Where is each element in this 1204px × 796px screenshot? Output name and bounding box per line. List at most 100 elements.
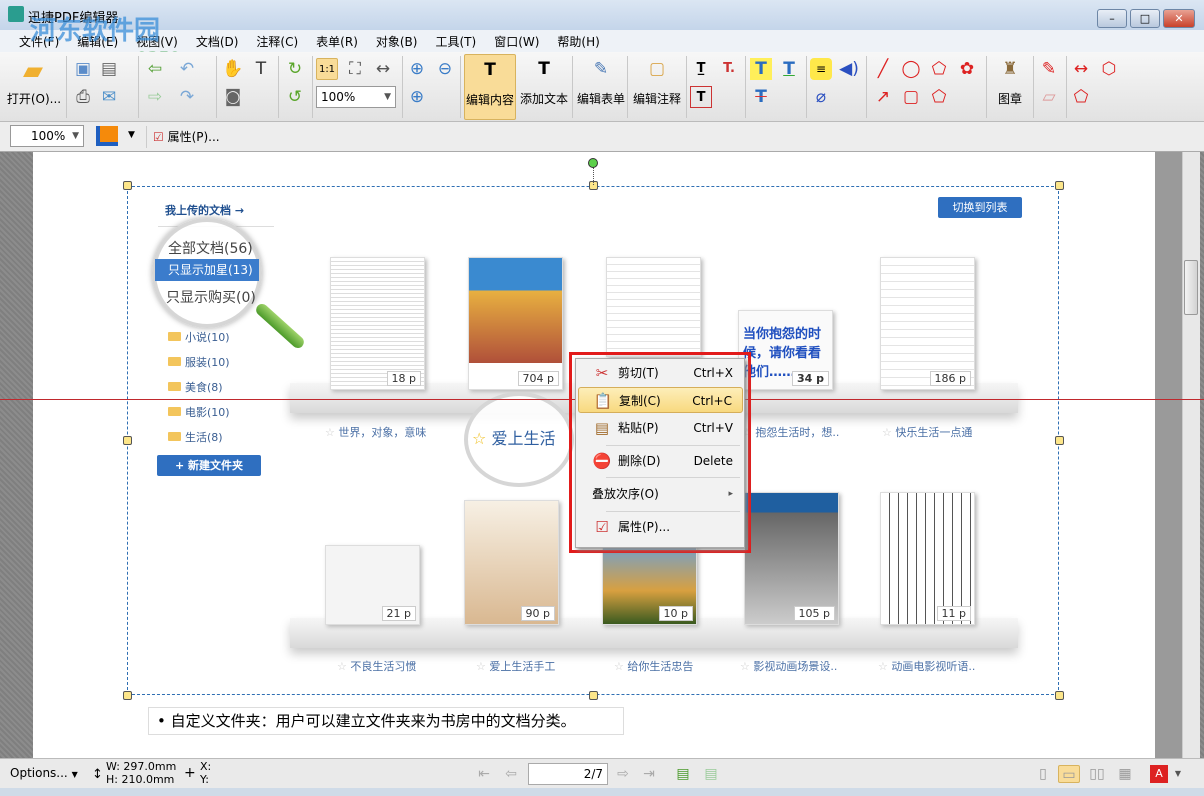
select-text-icon[interactable]: T	[250, 58, 272, 80]
fit-page-icon[interactable]: ⛶	[344, 58, 366, 80]
note-icon[interactable]: ≡	[810, 58, 832, 80]
chevron-down-icon[interactable]: ▼	[1172, 765, 1184, 783]
stamp-label: 图章	[997, 92, 1022, 106]
arrow-icon[interactable]: ↗	[872, 86, 894, 108]
resize-handle[interactable]	[589, 691, 598, 700]
menu-item-cut[interactable]: ✂ 剪切(T) Ctrl+X	[578, 360, 743, 386]
menu-item-arrange[interactable]: 叠放次序(O) ▸	[578, 481, 743, 507]
ellipse-icon[interactable]: ◯	[900, 58, 922, 80]
continuous-facing-icon[interactable]: ▦	[1114, 765, 1136, 783]
minimize-button[interactable]: –	[1097, 9, 1127, 28]
print-icon[interactable]: ⎙	[72, 86, 94, 108]
redo-icon[interactable]: ↷	[176, 86, 198, 108]
strikeout-icon[interactable]: T	[750, 86, 772, 108]
resize-handle[interactable]	[1055, 181, 1064, 190]
menu-form[interactable]: 表单(R)	[307, 30, 367, 52]
resize-handle[interactable]	[123, 691, 132, 700]
textbox-icon[interactable]: T	[690, 86, 712, 108]
save-icon[interactable]: ▣	[72, 58, 94, 80]
add-text-label: 添加文本	[519, 92, 568, 106]
edit-annotation-button[interactable]: ▢ 编辑注释	[630, 54, 684, 120]
typewriter-icon[interactable]: T̲	[690, 58, 712, 80]
last-page-button[interactable]: ⇥	[638, 765, 660, 783]
hand-tool-icon[interactable]: ✋	[222, 58, 244, 80]
rotate-cw-icon[interactable]: ↻	[284, 58, 306, 80]
rotate-ccw-icon[interactable]: ↺	[284, 86, 306, 108]
actual-size-icon[interactable]: 1:1	[316, 58, 338, 80]
zoom-in-icon[interactable]: ⊕	[406, 86, 428, 108]
snapshot-icon[interactable]: ◙	[222, 86, 244, 108]
submenu-arrow-icon: ▸	[728, 489, 733, 499]
polygon-icon[interactable]: ⬠	[928, 86, 950, 108]
callout-icon[interactable]: T.	[718, 58, 740, 80]
status-bar: Options... ▼ ↕ W: 297.0mm H: 210.0mm + X…	[0, 758, 1204, 788]
menu-item-shortcut: Delete	[693, 454, 733, 468]
perimeter-icon[interactable]: ⬠	[1070, 86, 1092, 108]
menu-help[interactable]: 帮助(H)	[548, 30, 608, 52]
previous-page-button[interactable]: ⇦	[500, 765, 522, 783]
add-text-button[interactable]: T 添加文本	[517, 54, 571, 120]
cursor-y: Y:	[200, 773, 209, 786]
export-icon[interactable]: ⇨	[144, 86, 166, 108]
bullet-text[interactable]: • 自定义文件夹：用户可以建立文件夹来为书房中的文档分类。	[148, 707, 624, 735]
menu-item-properties[interactable]: ☑ 属性(P)...	[578, 514, 743, 540]
attachment-icon[interactable]: ⌀	[810, 86, 832, 108]
highlight-icon[interactable]: T	[750, 58, 772, 80]
scissors-icon: ✂	[595, 364, 609, 382]
rectangle-icon[interactable]: ▢	[900, 86, 922, 108]
next-page-button[interactable]: ⇨	[612, 765, 634, 783]
page-number-input[interactable]: 2/7	[528, 763, 608, 785]
eraser-icon[interactable]: ▱	[1038, 86, 1060, 108]
vertical-scrollbar[interactable]	[1182, 152, 1200, 758]
menu-item-delete[interactable]: ⛔ 删除(D) Delete	[578, 448, 743, 474]
previous-view-icon[interactable]: ▤	[672, 765, 694, 783]
facing-pages-icon[interactable]: ▯▯	[1086, 765, 1108, 783]
menu-window[interactable]: 窗口(W)	[485, 30, 548, 52]
fill-color-button[interactable]	[96, 126, 118, 146]
pencil-icon[interactable]: ✎	[1038, 58, 1060, 80]
continuous-page-icon[interactable]: ▭	[1058, 765, 1080, 783]
scanner-icon[interactable]: ▤	[98, 58, 120, 80]
pdf-icon[interactable]: A	[1150, 765, 1168, 783]
resize-handle[interactable]	[1055, 436, 1064, 445]
first-page-button[interactable]: ⇤	[473, 765, 495, 783]
open-button[interactable]: ▰ 打开(O)...	[4, 54, 64, 120]
chevron-down-icon[interactable]: ▼	[128, 130, 135, 140]
next-view-icon[interactable]: ▤	[700, 765, 722, 783]
resize-handle[interactable]	[1055, 691, 1064, 700]
resize-handle[interactable]	[123, 436, 132, 445]
rotate-handle[interactable]	[588, 158, 598, 168]
sound-icon[interactable]: ◀)	[838, 58, 860, 80]
email-icon[interactable]: ✉	[98, 86, 120, 108]
menu-tools[interactable]: 工具(T)	[426, 30, 485, 52]
cloud-icon[interactable]: ✿	[956, 58, 978, 80]
distance-icon[interactable]: ↔	[1070, 58, 1092, 80]
opacity-select[interactable]: 100% ▼	[10, 125, 84, 147]
fit-width-icon[interactable]: ↔	[372, 58, 394, 80]
single-page-icon[interactable]: ▯	[1032, 765, 1054, 783]
underline-icon[interactable]: T	[778, 58, 800, 80]
close-button[interactable]: ✕	[1163, 9, 1195, 28]
polygon-line-icon[interactable]: ⬠	[928, 58, 950, 80]
resize-handle[interactable]	[123, 181, 132, 190]
line-icon[interactable]: ╱	[872, 58, 894, 80]
zoom-select[interactable]: 100% ▼	[316, 86, 396, 108]
menu-item-copy[interactable]: 📋 复制(C) Ctrl+C	[578, 387, 743, 413]
zoom-out-icon[interactable]: ⊖	[434, 58, 456, 80]
import-icon[interactable]: ⇦	[144, 58, 166, 80]
undo-icon[interactable]: ↶	[176, 58, 198, 80]
edit-content-button[interactable]: T 编辑内容	[464, 54, 516, 120]
options-button[interactable]: Options... ▼	[10, 766, 78, 780]
area-icon[interactable]: ⬡	[1098, 58, 1120, 80]
edit-form-button[interactable]: ✎ 编辑表单	[574, 54, 628, 120]
maximize-button[interactable]: □	[1130, 9, 1160, 28]
properties-button[interactable]: ☑ 属性(P)...	[146, 126, 220, 148]
scrollbar-thumb[interactable]	[1184, 260, 1198, 315]
edit-annotation-icon: ▢	[648, 59, 666, 79]
zoom-marquee-icon[interactable]: ⊕	[406, 58, 428, 80]
menu-comment[interactable]: 注释(C)	[247, 30, 307, 52]
menu-item-paste[interactable]: ▤ 粘贴(P) Ctrl+V	[578, 415, 743, 441]
stamp-button[interactable]: ♜ 图章	[988, 54, 1032, 120]
menu-item-label: 属性(P)...	[618, 520, 671, 534]
menu-object[interactable]: 对象(B)	[367, 30, 427, 52]
